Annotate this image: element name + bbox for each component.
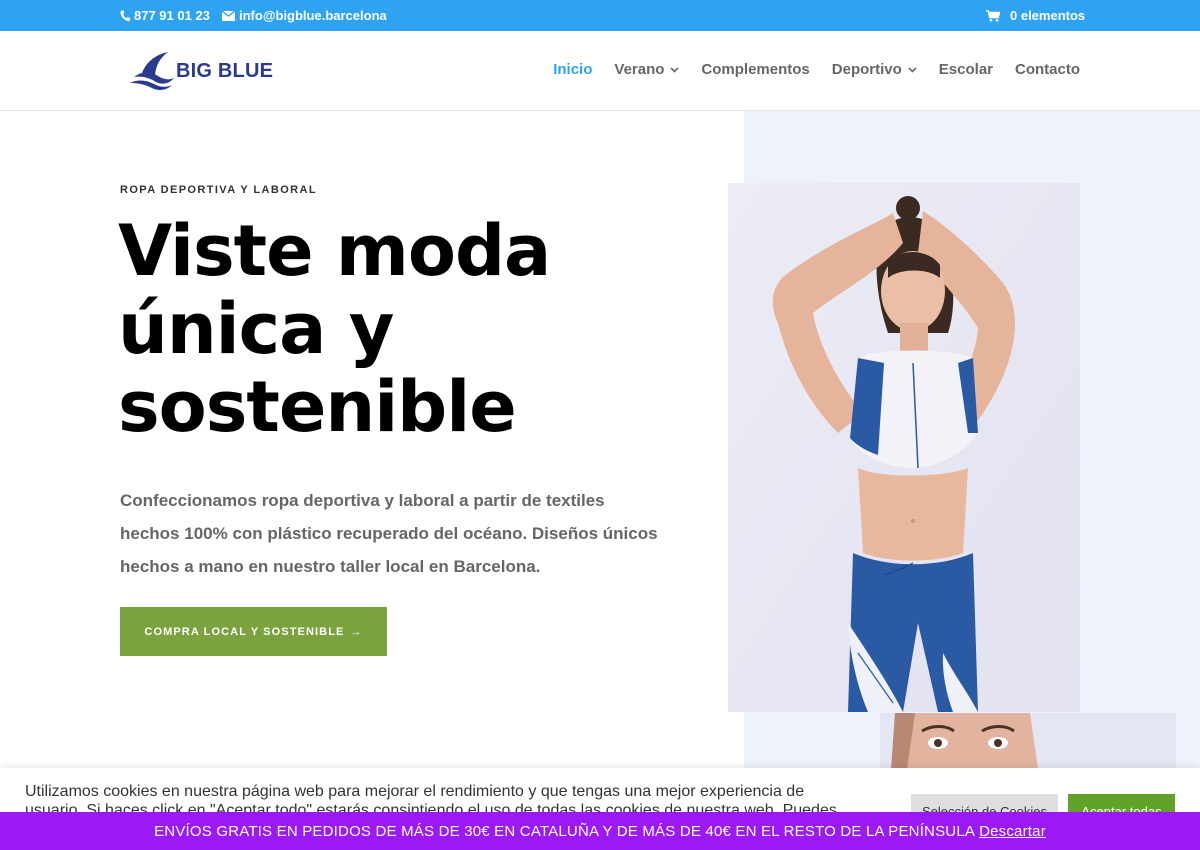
cta-label: COMPRA LOCAL Y SOSTENIBLE (144, 625, 345, 638)
dismiss-banner-link[interactable]: Descartar (979, 823, 1046, 840)
chevron-down-icon (670, 66, 679, 73)
headline-line: sostenible (118, 366, 517, 448)
cart-count: 0 elementos (1010, 8, 1086, 23)
hero-headline: Viste moda única y sostenible (118, 212, 718, 446)
nav-item-label: Escolar (938, 61, 993, 78)
shop-local-button[interactable]: COMPRA LOCAL Y SOSTENIBLE → (120, 607, 387, 656)
chevron-down-icon (908, 66, 917, 73)
nav-item-label: Inicio (553, 61, 593, 78)
headline-line: única y (118, 288, 394, 370)
site-header: BIG BLUE Inicio Verano Complementos Depo… (0, 31, 1200, 111)
description-line: hechos 100% con plástico recuperado del … (120, 524, 658, 543)
arrow-right-icon: → (350, 625, 363, 638)
hero-model-photo (728, 183, 1080, 712)
email-address: info@bigblue.barcelona (239, 8, 387, 23)
main-nav: Inicio Verano Complementos Deportivo Esc… (553, 61, 1080, 78)
nav-item-label: Deportivo (831, 61, 902, 78)
headline-line: Viste moda (118, 210, 551, 292)
nav-item-label: Complementos (701, 61, 810, 78)
nav-item-complementos[interactable]: Complementos (701, 61, 809, 78)
cart-link[interactable]: 0 elementos (986, 8, 1085, 23)
nav-item-inicio[interactable]: Inicio (553, 61, 592, 78)
nav-item-contacto[interactable]: Contacto (1015, 61, 1080, 78)
site-logo[interactable]: BIG BLUE (128, 51, 273, 91)
free-shipping-banner: ENVÍOS GRATIS EN PEDIDOS DE MÁS DE 30€ E… (0, 812, 1200, 850)
email-icon (222, 10, 235, 21)
phone-link[interactable]: 877 91 01 23 (120, 8, 210, 23)
description-line: hechos a mano en nuestro taller local en… (120, 557, 541, 576)
sportswear-model-image (728, 183, 1080, 712)
email-link[interactable]: info@bigblue.barcelona (222, 8, 387, 23)
nav-item-verano[interactable]: Verano (614, 61, 679, 78)
top-bar: 877 91 01 23 info@bigblue.barcelona 0 el… (0, 0, 1200, 31)
phone-number: 877 91 01 23 (134, 8, 210, 23)
wave-logo-icon (130, 52, 174, 90)
phone-icon (120, 10, 130, 21)
nav-item-label: Contacto (1015, 61, 1080, 78)
logo-text: BIG BLUE (176, 59, 274, 82)
nav-item-deportivo[interactable]: Deportivo (832, 61, 917, 78)
nav-item-label: Verano (614, 61, 665, 78)
hero-eyebrow: ROPA DEPORTIVA Y LABORAL (120, 184, 317, 196)
description-line: Confeccionamos ropa deportiva y laboral … (120, 491, 605, 510)
cart-icon (986, 9, 1000, 22)
shipping-message: ENVÍOS GRATIS EN PEDIDOS DE MÁS DE 30€ E… (154, 822, 976, 840)
nav-item-escolar[interactable]: Escolar (939, 61, 993, 78)
hero-description: Confeccionamos ropa deportiva y laboral … (120, 484, 680, 583)
